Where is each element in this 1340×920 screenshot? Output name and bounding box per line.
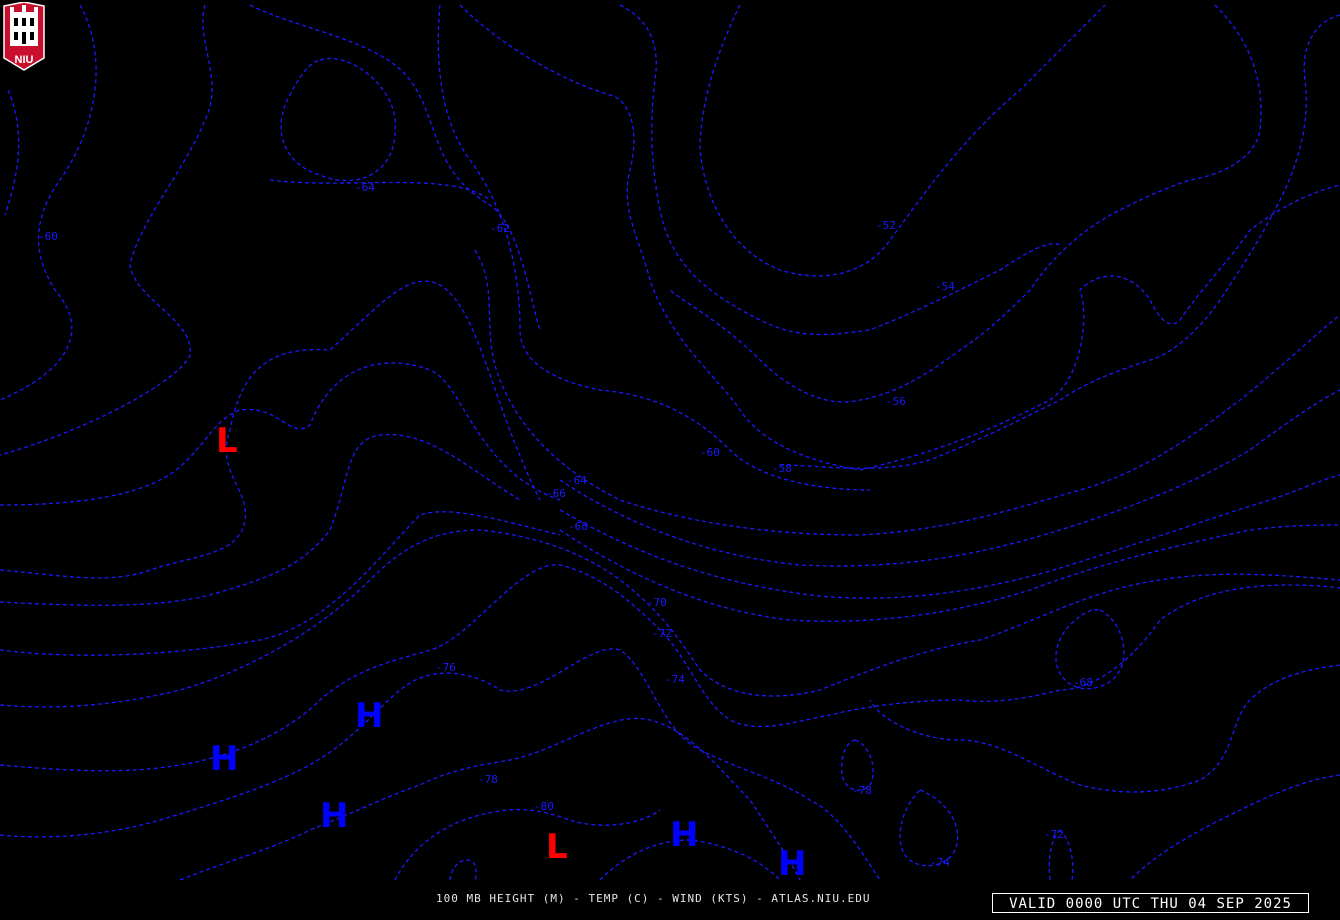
logo-text: NIU — [15, 54, 34, 66]
weather-map: -64 -60 -62 -52 -54 -56 -60 -58 -64 -66 … — [0, 4, 1340, 884]
low-pressure-marker: L — [546, 827, 568, 867]
isotherm-label: -74 — [665, 673, 685, 686]
isotherm-line — [449, 859, 477, 881]
isotherm-label: -64 — [355, 181, 375, 194]
isotherm-line — [699, 4, 1106, 277]
isotherm-line — [559, 474, 1340, 599]
isotherm-labels: -64 -60 -62 -52 -54 -56 -60 -58 -64 -66 … — [38, 181, 1093, 869]
isotherm-line — [869, 664, 1340, 793]
isotherm-label: -60 — [38, 230, 58, 243]
isotherm-label: -72 — [652, 627, 672, 640]
valid-time-box: VALID 0000 UTC THU 04 SEP 2025 — [992, 893, 1309, 913]
isotherm-label: -80 — [534, 800, 554, 813]
isotherm-line — [280, 57, 396, 182]
isotherm-label: -56 — [886, 395, 906, 408]
isotherm-line — [619, 4, 1061, 336]
isotherm-label: -78 — [478, 773, 498, 786]
high-pressure-marker: H — [670, 815, 698, 855]
isotherm-line — [249, 4, 541, 331]
pressure-centers: L H H H L H H — [210, 421, 806, 884]
isotherm-line — [0, 4, 213, 456]
isotherm-label: -68 — [1073, 676, 1093, 689]
high-pressure-marker: H — [320, 796, 348, 836]
isotherm-line — [559, 389, 1340, 567]
isotherm-line — [0, 362, 561, 506]
isotherm-label: -62 — [490, 222, 510, 235]
isotherm-line — [559, 524, 1340, 622]
isotherm-label: -64 — [567, 474, 587, 487]
isotherm-line — [394, 808, 661, 881]
high-pressure-marker: H — [778, 844, 806, 884]
isotherm-line — [0, 648, 881, 881]
isotherm-label: -66 — [546, 487, 566, 500]
isotherm-line — [0, 564, 1340, 772]
low-pressure-marker: L — [216, 421, 238, 461]
isotherm-line — [0, 511, 561, 656]
isotherm-line — [779, 14, 1340, 469]
isotherm-label: -68 — [568, 520, 588, 533]
isotherm-label: -60 — [700, 446, 720, 459]
isotherm-line — [0, 433, 521, 606]
isotherm-label: -76 — [436, 661, 456, 674]
isotherm-label: -54 — [935, 280, 955, 293]
niu-logo: NIU — [3, 2, 45, 71]
high-pressure-marker: H — [210, 739, 238, 779]
isotherm-line — [179, 717, 801, 881]
isotherm-line — [1129, 774, 1340, 881]
high-pressure-marker: H — [355, 696, 383, 736]
isotherm-line — [899, 789, 959, 867]
map-footer-caption: 100 MB HEIGHT (M) - TEMP (C) - WIND (KTS… — [436, 892, 871, 905]
isotherm-line — [4, 89, 20, 216]
isotherm-line — [0, 280, 541, 579]
isotherm-line — [669, 4, 1262, 403]
isotherm-line — [474, 249, 1340, 536]
isotherm-label: -72 — [1044, 828, 1064, 841]
isotherm-label: -78 — [852, 784, 872, 797]
isotherm-label: -70 — [647, 596, 667, 609]
isotherm-label: -58 — [772, 462, 792, 475]
isotherm-line — [840, 739, 874, 791]
isotherm-contours — [0, 4, 1340, 881]
isotherm-label: -52 — [876, 219, 896, 232]
isotherm-line — [269, 179, 491, 201]
isotherm-label: -74 — [930, 856, 950, 869]
isotherm-line — [437, 4, 871, 491]
